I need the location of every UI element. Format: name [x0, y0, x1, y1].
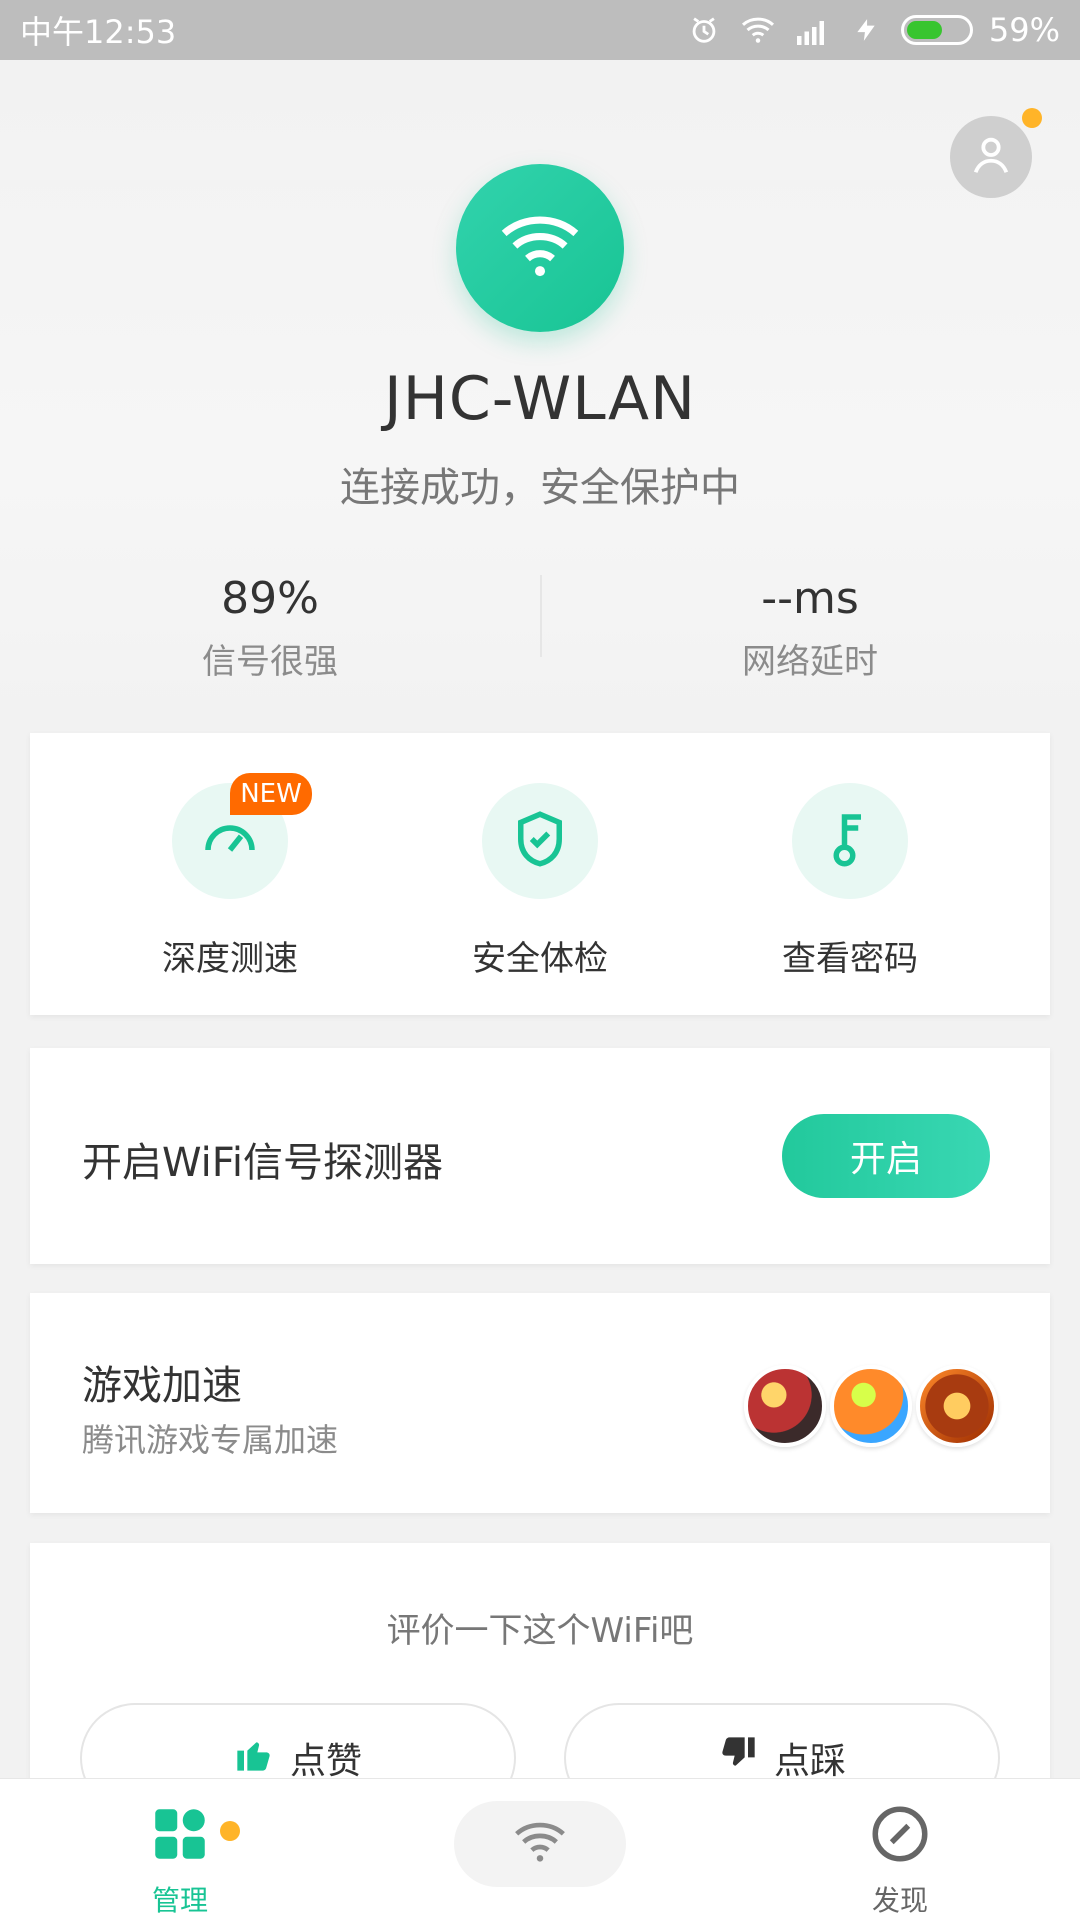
detector-title: 开启WiFi信号探测器 [82, 1140, 443, 1186]
grid-icon [147, 1809, 213, 1871]
nav-discover-label: 发现 [871, 1884, 928, 1917]
latency-label: 网络延时 [742, 642, 878, 682]
view-password-icon-wrap [792, 783, 908, 899]
status-time: 中午12:53 [20, 13, 177, 51]
wifi-icon [739, 11, 777, 49]
tool-view-password[interactable]: 查看密码 [730, 783, 970, 993]
wifi-detector-card: 开启WiFi信号探测器 开启 [30, 1048, 1050, 1264]
avatar-button[interactable] [950, 108, 1042, 198]
game-boost-title: 游戏加速 [82, 1363, 242, 1409]
nav-manage-label: 管理 [151, 1884, 208, 1917]
nav-manage[interactable]: 管理 [80, 1801, 280, 1919]
signal-value: 89% [221, 573, 319, 624]
dislike-label: 点踩 [773, 1741, 846, 1782]
battery-icon [900, 15, 973, 45]
latency-metric: --ms 网络延时 [540, 565, 1080, 683]
nav-wifi[interactable] [454, 1801, 626, 1887]
tool-security-check[interactable]: 安全体检 [420, 783, 660, 993]
signal-icon [793, 11, 831, 49]
metrics-divider [540, 575, 542, 657]
game-boost-card[interactable]: 游戏加速 腾讯游戏专属加速 [30, 1293, 1050, 1513]
tool-label: 深度测速 [162, 939, 298, 979]
compass-icon [867, 1806, 933, 1871]
connection-status: 连接成功，安全保护中 [340, 465, 740, 511]
like-label: 点赞 [289, 1741, 362, 1782]
game-icon [830, 1365, 912, 1447]
nav-discover[interactable]: 发现 [800, 1801, 1000, 1919]
notification-dot [1022, 108, 1042, 128]
battery-percent: 59% [988, 11, 1060, 49]
user-icon [968, 132, 1014, 182]
new-badge: NEW [230, 773, 312, 815]
game-icon [916, 1365, 998, 1447]
thumbs-down-icon [718, 1734, 758, 1783]
charging-icon [847, 11, 885, 49]
enable-detector-button[interactable]: 开启 [782, 1114, 990, 1198]
wifi-icon [497, 203, 583, 293]
network-name: JHC-WLAN [384, 364, 696, 434]
battery-fill [906, 21, 942, 39]
shield-check-icon [507, 806, 573, 876]
alarm-icon [685, 11, 723, 49]
wifi-status-circle [456, 164, 624, 332]
tool-label: 安全体检 [472, 939, 608, 979]
tool-label: 查看密码 [782, 939, 918, 979]
game-icon [744, 1365, 826, 1447]
status-icons: 59% [685, 11, 1060, 49]
bottom-nav: 管理 发现 [0, 1778, 1080, 1920]
key-icon [817, 806, 883, 876]
game-icons [744, 1365, 998, 1447]
speedometer-icon [197, 806, 263, 876]
game-boost-subtitle: 腾讯游戏专属加速 [82, 1421, 339, 1459]
wifi-icon [512, 1814, 568, 1874]
rating-title: 评价一下这个WiFi吧 [386, 1611, 694, 1651]
signal-label: 信号很强 [202, 642, 338, 682]
nav-notification-dot [220, 1821, 240, 1841]
latency-value: --ms [761, 573, 859, 624]
thumbs-up-icon [234, 1734, 274, 1783]
security-check-icon-wrap [482, 783, 598, 899]
status-bar: 中午12:53 59% [0, 0, 1080, 60]
tools-card: 深度测速 NEW 安全体检 查看密码 [30, 733, 1050, 1015]
signal-metric: 89% 信号很强 [0, 565, 540, 683]
connection-header: JHC-WLAN 连接成功，安全保护中 89% 信号很强 --ms 网络延时 [0, 60, 1080, 730]
